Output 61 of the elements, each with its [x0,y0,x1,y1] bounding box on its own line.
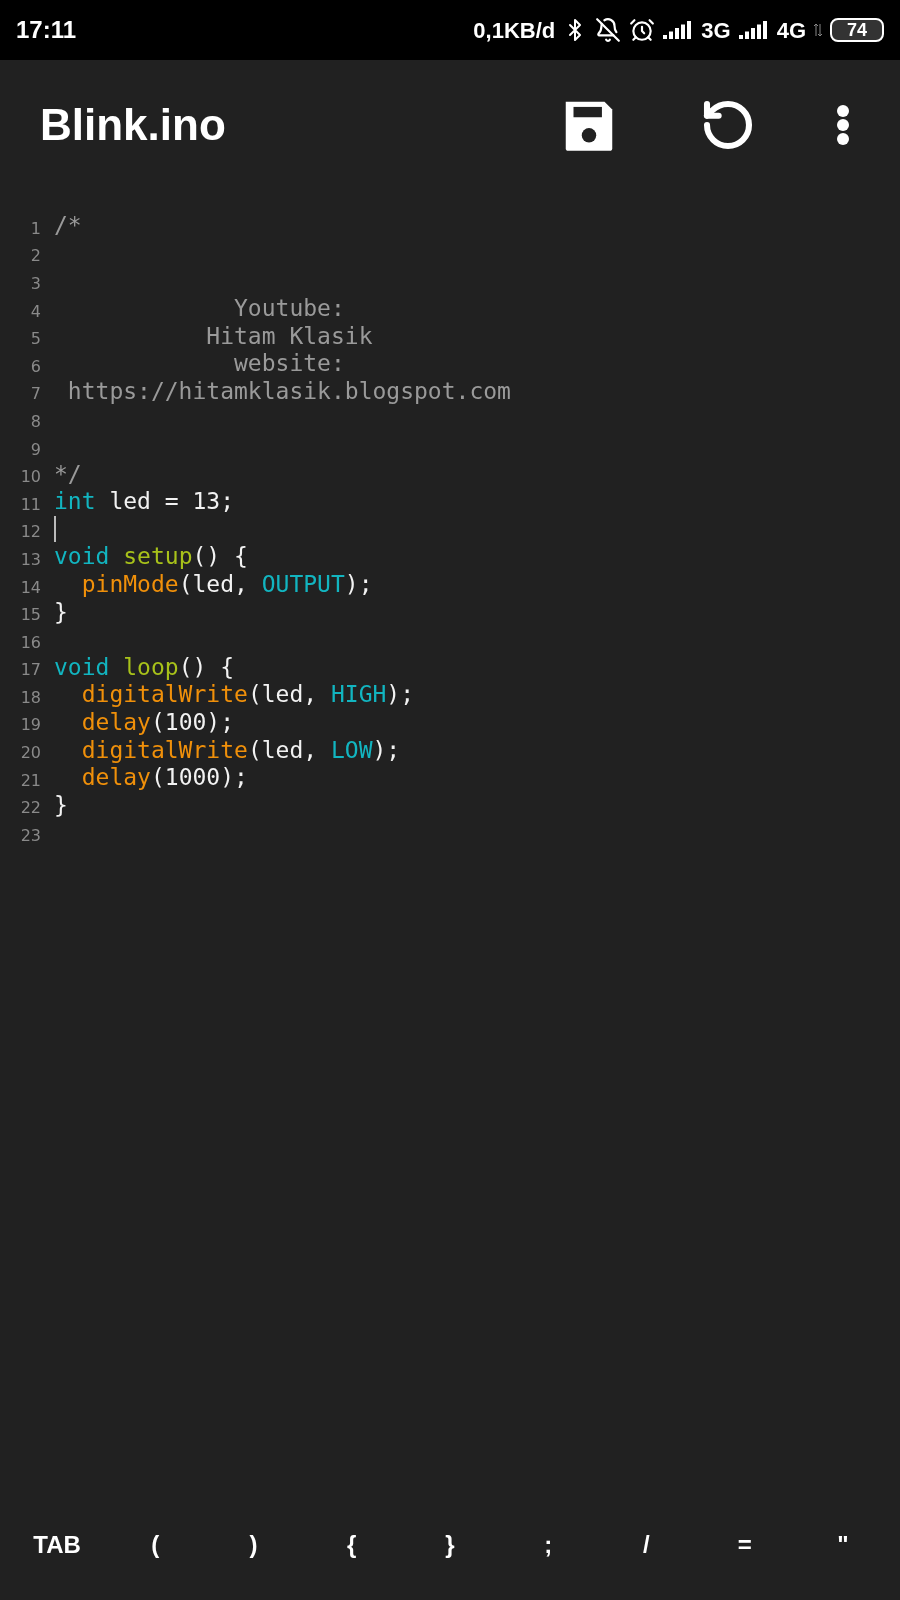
line-number: 7 [29,383,42,406]
symbol-key[interactable]: / [616,1519,677,1571]
line-number: 5 [29,328,42,351]
battery-indicator: 74 [830,18,884,42]
code-line: } [54,791,68,819]
code-line: } [54,598,68,626]
line-number: 12 [19,521,42,544]
line-number: 3 [29,273,42,295]
network-speed: 0,1KB/d [473,16,556,45]
line-number: 18 [19,686,42,709]
symbol-key[interactable]: ; [518,1519,579,1571]
code-line: website: [233,350,345,378]
symbol-key[interactable]: ) [223,1519,284,1571]
symbol-key[interactable]: = [714,1519,775,1571]
network-type: 3G [701,16,731,45]
more-icon [836,104,850,146]
code-line: /* [54,212,82,240]
symbol-key[interactable]: ( [125,1519,186,1571]
symbol-key[interactable]: } [420,1519,480,1571]
code-line: pinMode(led, OUTPUT); [80,571,373,598]
line-number: 21 [19,769,42,792]
clock: 17:11 [16,15,77,45]
line-number: 15 [19,604,42,627]
data-arrows-icon [814,24,822,36]
line-number: 6 [29,355,42,378]
line-number: 13 [19,548,42,571]
line-number: 11 [19,493,42,516]
code-line: delay(100); [80,709,235,736]
code-line: digitalWrite(led, LOW); [80,736,401,764]
code-line: void loop() { [54,653,235,681]
code-line: */ [54,460,82,488]
line-number: 4 [29,300,42,323]
symbol-key[interactable]: " [812,1519,873,1571]
line-number: 1 [29,217,42,240]
line-number: 9 [29,438,42,461]
code-line: Hitam Klasik [205,322,373,350]
line-number: 16 [19,631,42,654]
code-line: https://hitamklasik.blogspot.com [66,377,511,405]
network-type: 4G [776,16,806,45]
line-number: 19 [19,714,42,737]
line-number: 10 [19,466,42,489]
code-line: int led = 13; [54,488,235,516]
symbol-key[interactable]: TAB [27,1519,88,1571]
signal-icon [663,21,694,39]
symbol-key[interactable]: { [321,1519,382,1571]
line-number: 14 [19,576,42,599]
more-button[interactable] [836,104,850,146]
alarm-icon [629,17,656,43]
muted-bell-icon [595,17,622,43]
line-number: 22 [19,797,42,820]
code-line: delay(1000); [80,764,248,792]
line-number: 23 [19,824,42,847]
line-number: 20 [19,742,42,765]
line-number: 8 [29,410,42,433]
code-line: Youtube: [233,295,345,323]
line-number: 17 [19,659,42,682]
signal-icon [738,21,769,39]
line-number: 2 [29,245,42,268]
code-line: digitalWrite(led, HIGH); [80,681,415,709]
code-line: void setup() { [54,543,248,571]
app-title: Blink.ino [40,99,227,151]
